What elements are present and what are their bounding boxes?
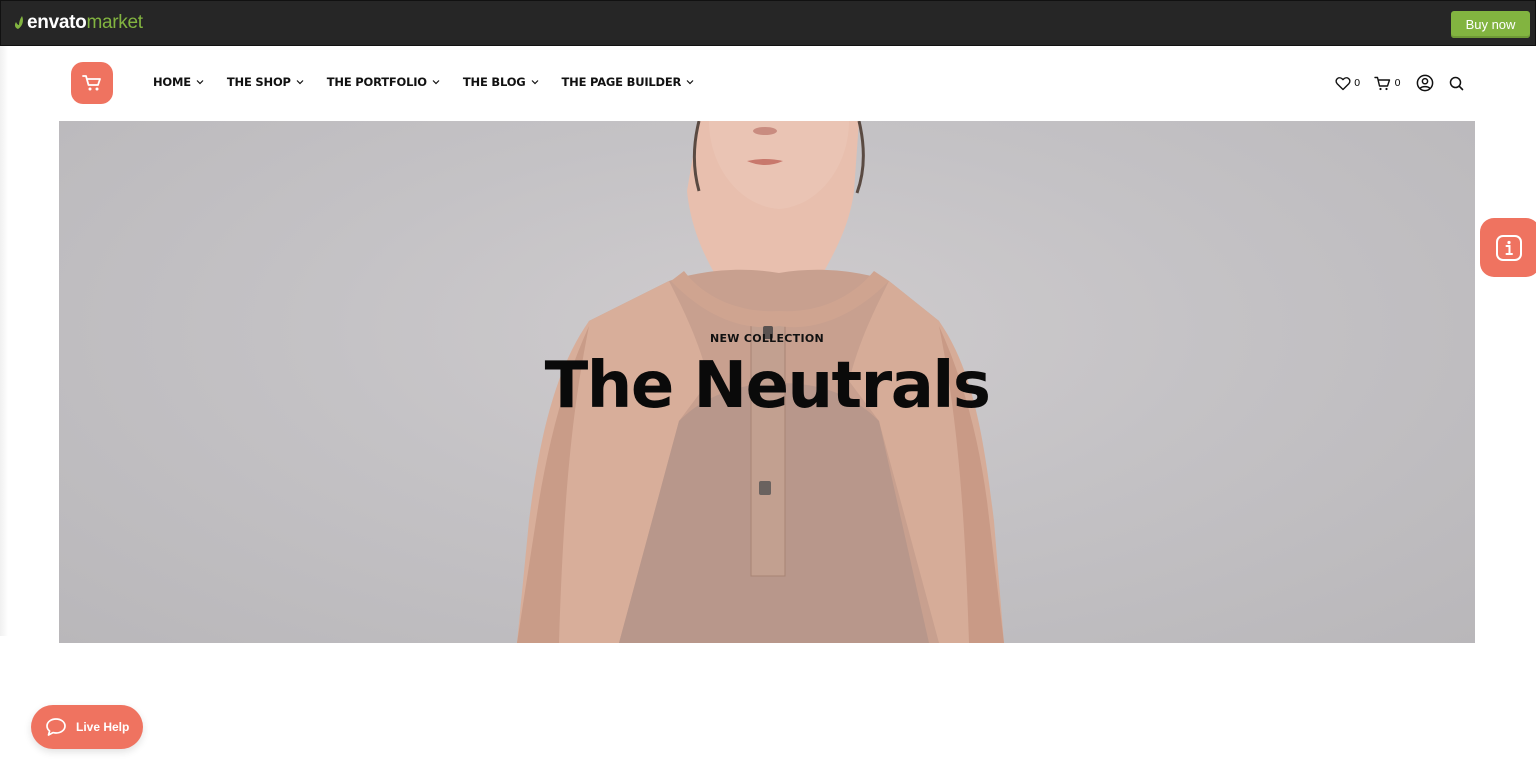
account-button[interactable] bbox=[1416, 74, 1434, 92]
cart-count: 0 bbox=[1394, 77, 1401, 89]
nav-item-label: THE PORTFOLIO bbox=[326, 75, 427, 89]
user-icon bbox=[1416, 74, 1434, 92]
shopping-cart-icon bbox=[1374, 76, 1391, 90]
live-help-label: Live Help bbox=[76, 720, 130, 734]
chevron-down-icon bbox=[196, 80, 204, 85]
envato-market-logo[interactable]: envato market bbox=[14, 12, 143, 34]
info-button[interactable] bbox=[1480, 218, 1536, 277]
info-icon bbox=[1496, 234, 1522, 261]
search-icon bbox=[1449, 76, 1464, 90]
search-button[interactable] bbox=[1449, 76, 1464, 91]
nav-item-label: THE BLOG bbox=[462, 75, 526, 89]
envato-top-bar: envato market Buy now bbox=[0, 0, 1536, 46]
nav-item-label: THE SHOP bbox=[226, 75, 291, 89]
nav-item-home[interactable]: HOME bbox=[153, 75, 204, 89]
nav-item-label: THE PAGE BUILDER bbox=[561, 75, 682, 89]
envato-logo-word: envato bbox=[27, 12, 87, 33]
hero-eyebrow: NEW COLLECTION bbox=[709, 332, 825, 345]
nav-item-label: HOME bbox=[153, 75, 191, 89]
chevron-down-icon bbox=[686, 80, 694, 85]
envato-leaf-icon bbox=[14, 16, 23, 29]
cart-icon bbox=[82, 75, 101, 91]
wishlist-count: 0 bbox=[1354, 77, 1361, 89]
nav-item-the-blog[interactable]: THE BLOG bbox=[463, 75, 539, 89]
cart-button[interactable]: 0 bbox=[1374, 76, 1401, 91]
chevron-down-icon bbox=[296, 80, 304, 85]
main-navigation: HOME THE SHOP THE PORTFOLIO THE BLOG THE… bbox=[153, 75, 717, 89]
header-actions: 0 0 bbox=[1335, 74, 1464, 92]
nav-item-the-portfolio[interactable]: THE PORTFOLIO bbox=[327, 75, 440, 89]
heart-icon bbox=[1335, 76, 1351, 90]
chevron-down-icon bbox=[531, 80, 538, 85]
hero-title: The Neutrals bbox=[544, 349, 991, 423]
page-edge-shadow bbox=[0, 46, 8, 636]
nav-item-the-shop[interactable]: THE SHOP bbox=[227, 75, 304, 89]
live-help-button[interactable]: Live Help bbox=[31, 705, 143, 749]
market-logo-word: market bbox=[86, 12, 143, 33]
site-logo[interactable] bbox=[71, 62, 113, 104]
chevron-down-icon bbox=[432, 80, 440, 85]
wishlist-button[interactable]: 0 bbox=[1335, 76, 1360, 91]
chat-bubble-icon bbox=[46, 718, 66, 736]
hero-banner[interactable]: NEW COLLECTION The Neutrals bbox=[59, 121, 1475, 643]
buy-now-button[interactable]: Buy now bbox=[1451, 11, 1530, 38]
nav-item-the-page-builder[interactable]: THE PAGE BUILDER bbox=[562, 75, 695, 89]
